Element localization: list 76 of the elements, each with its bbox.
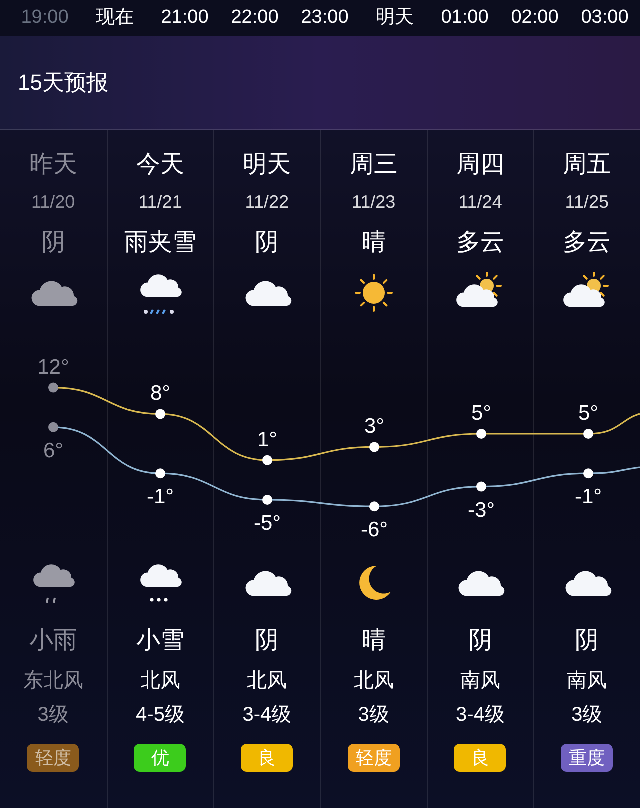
air-quality-tag: 轻度 — [348, 744, 400, 772]
date-label: 11/20 — [31, 191, 76, 214]
weather-condition: 小雪 — [136, 626, 184, 656]
weather-condition: 阴 — [575, 626, 600, 656]
high-temperature: 5° — [471, 402, 492, 425]
wind-direction: 南风 — [460, 669, 500, 694]
weather-condition: 阴 — [468, 626, 492, 656]
hour-label: 19:00 — [20, 6, 70, 30]
weather-condition: 雨夹雪 — [124, 228, 196, 258]
temperature-dot — [262, 495, 272, 505]
high-temperature: 5° — [578, 402, 599, 425]
low-temperature: -6° — [360, 518, 388, 542]
wind-level: 3级 — [38, 703, 69, 728]
date-label: 11/24 — [458, 191, 502, 214]
date-label: 11/21 — [138, 191, 182, 214]
air-quality-tag: 优 — [134, 744, 186, 772]
low-temperature: -5° — [254, 512, 282, 535]
day-name: 周五 — [563, 150, 612, 180]
wind-level: 3-4级 — [242, 703, 292, 728]
temperature-dot — [476, 429, 486, 439]
wind-direction: 东北风 — [23, 669, 84, 694]
hour-label: 21:00 — [160, 6, 210, 30]
temperature-dot — [48, 382, 58, 393]
low-temperature: -1° — [574, 486, 602, 509]
wind-direction: 南风 — [567, 669, 608, 694]
temperature-dot — [370, 442, 380, 452]
low-temperature: -3° — [468, 498, 496, 522]
temperature-dot — [156, 409, 166, 420]
hour-label: 01:00 — [440, 6, 490, 30]
air-quality-tag: 重度 — [561, 744, 614, 772]
wind-level: 3-4级 — [456, 703, 505, 728]
hour-label: 02:00 — [510, 6, 560, 30]
weather-condition: 多云 — [456, 228, 504, 258]
temperature-dot — [370, 502, 380, 512]
wind-direction: 北风 — [354, 669, 394, 694]
date-label: 11/22 — [245, 191, 290, 214]
air-quality-tag: 轻度 — [27, 744, 80, 772]
hour-label: 22:00 — [230, 6, 280, 30]
section-title: 15天预报 — [18, 69, 108, 97]
day-name: 周四 — [456, 150, 504, 180]
weather-condition: 阴 — [255, 228, 280, 258]
day-name: 周三 — [350, 150, 398, 180]
temperature-dot — [584, 429, 594, 439]
weather-condition: 多云 — [563, 228, 612, 258]
high-temperature: 8° — [150, 382, 171, 406]
hour-label: 23:00 — [300, 6, 350, 30]
hour-label: 明天 — [375, 6, 415, 30]
temperature-dot — [476, 482, 486, 492]
weather-condition: 晴 — [362, 626, 386, 656]
day-name: 今天 — [136, 150, 184, 180]
date-label: 11/23 — [352, 191, 396, 214]
weather-condition: 晴 — [362, 228, 386, 258]
hour-label: 03:00 — [580, 6, 630, 30]
weather-condition: 阴 — [41, 228, 66, 258]
temperature-dot — [262, 455, 272, 466]
low-temperature: 6° — [43, 439, 64, 462]
day-name: 明天 — [243, 150, 292, 180]
high-temperature: 12° — [38, 356, 70, 379]
day-name: 昨天 — [29, 150, 78, 180]
temperature-dot — [156, 468, 166, 479]
low-temperature: -1° — [146, 486, 174, 509]
temperature-dot — [48, 422, 58, 432]
wind-direction: 北风 — [140, 669, 180, 694]
date-label: 11/25 — [565, 191, 610, 214]
wind-level: 4-5级 — [136, 703, 185, 728]
wind-level: 3级 — [358, 703, 390, 728]
wind-level: 3级 — [572, 703, 603, 728]
high-temperature: 3° — [364, 415, 385, 438]
wind-direction: 北风 — [247, 669, 288, 694]
air-quality-tag: 良 — [241, 744, 294, 772]
air-quality-tag: 良 — [454, 744, 506, 772]
hour-label: 现在 — [95, 6, 135, 30]
temperature-dot — [584, 468, 594, 479]
weather-condition: 阴 — [255, 626, 280, 656]
weather-condition: 小雨 — [29, 626, 78, 656]
high-temperature: 1° — [257, 428, 278, 452]
